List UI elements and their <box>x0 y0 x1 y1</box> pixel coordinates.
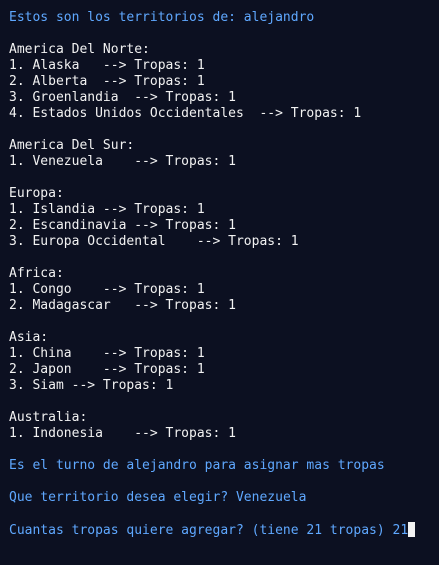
territory-row: 1. Venezuela --> Tropas: 1 <box>9 154 236 169</box>
territory-row: 3. Groenlandia --> Tropas: 1 <box>9 90 236 105</box>
territory-row: 1. Congo --> Tropas: 1 <box>9 282 205 297</box>
territory-row: 1. Alaska --> Tropas: 1 <box>9 58 205 73</box>
territory-answer: Venezuela <box>235 490 307 505</box>
territory-row: 1. Indonesia --> Tropas: 1 <box>9 426 236 441</box>
troops-question: Cuantas tropas quiere agregar? (tiene 21… <box>9 523 393 538</box>
troops-prompt-line[interactable]: Cuantas tropas quiere agregar? (tiene 21… <box>9 522 439 538</box>
troops-answer[interactable]: 21 <box>393 523 409 538</box>
territory-prompt-line: Que territorio desea elegir? Venezuela <box>9 490 439 506</box>
territory-row: 2. Japon --> Tropas: 1 <box>9 362 205 377</box>
territory-row: 1. Islandia --> Tropas: 1 <box>9 202 205 217</box>
territory-row: 2. Madagascar --> Tropas: 1 <box>9 298 236 313</box>
territory-list: America Del Norte: 1. Alaska --> Tropas: … <box>9 42 439 458</box>
territory-row: 4. Estados Unidos Occidentales --> Tropa… <box>9 106 362 121</box>
territory-row: 3. Europa Occidental --> Tropas: 1 <box>9 234 299 249</box>
continent-title: America Del Norte: <box>9 42 150 57</box>
continent-title: Africa: <box>9 266 64 281</box>
header-line: Estos son los territorios de: alejandro <box>9 10 315 25</box>
turn-message: Es el turno de alejandro para asignar ma… <box>9 458 385 473</box>
continent-title: Europa: <box>9 186 64 201</box>
territory-question: Que territorio desea elegir? <box>9 490 236 505</box>
continent-title: Asia: <box>9 330 49 345</box>
territory-row: 2. Alberta --> Tropas: 1 <box>9 74 205 89</box>
text-cursor <box>408 522 416 537</box>
territory-row: 2. Escandinavia --> Tropas: 1 <box>9 218 236 233</box>
territory-row: 1. China --> Tropas: 1 <box>9 346 205 361</box>
continent-title: America Del Sur: <box>9 138 135 153</box>
territory-row: 3. Siam --> Tropas: 1 <box>9 378 174 393</box>
continent-title: Australia: <box>9 410 88 425</box>
terminal-window[interactable]: Estos son los territorios de: alejandro … <box>0 0 439 565</box>
